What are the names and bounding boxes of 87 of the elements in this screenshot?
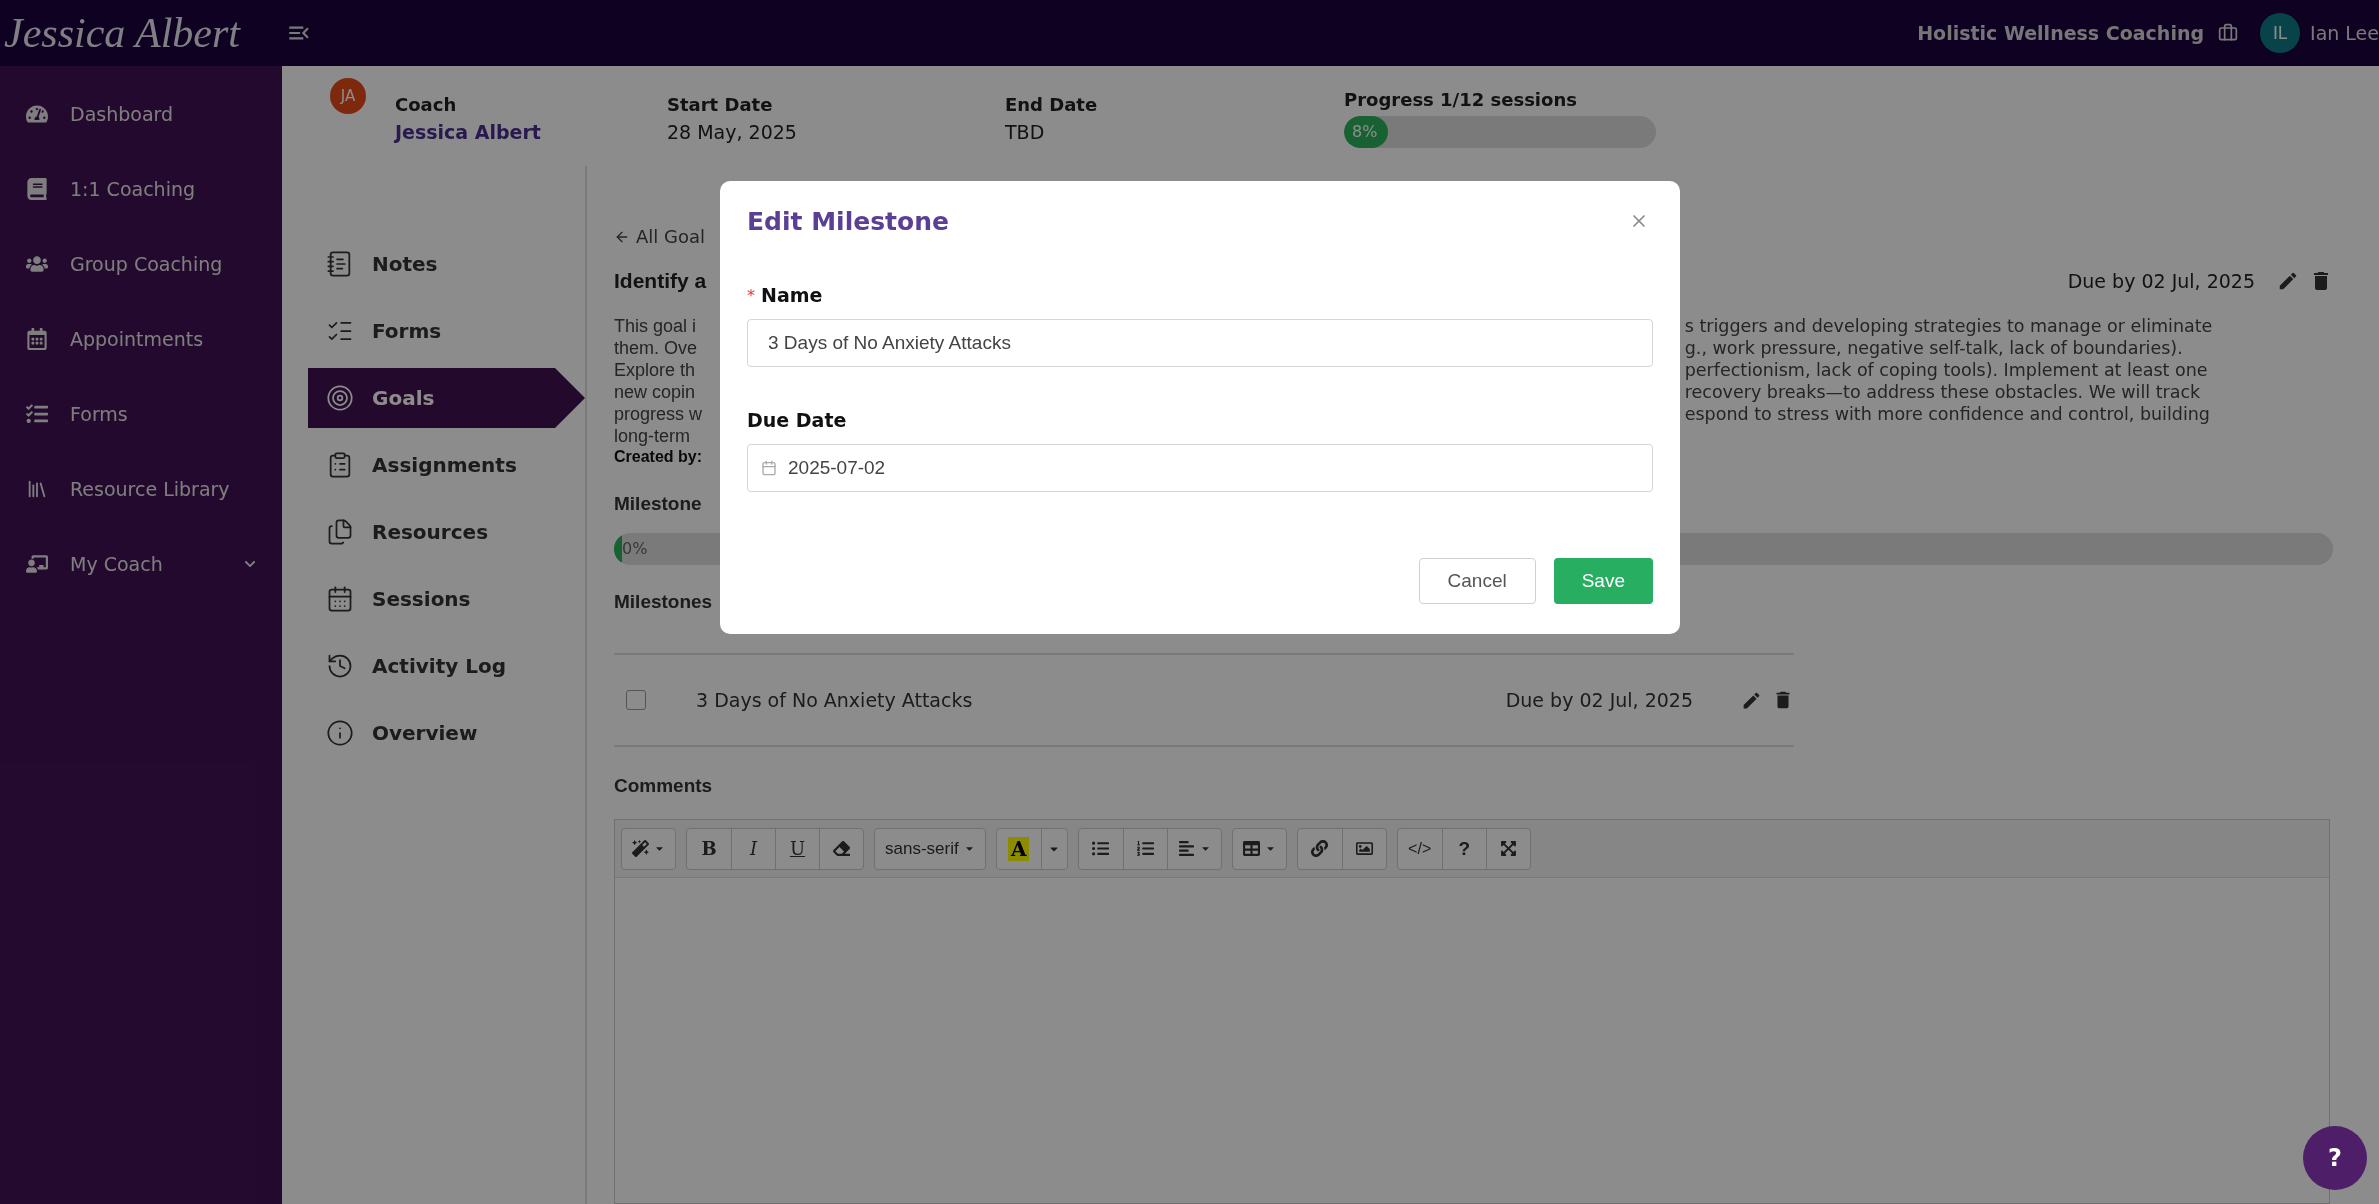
workspace-name: Holistic Wellness Coaching xyxy=(1917,22,2205,44)
field-label: Due Date xyxy=(747,409,847,431)
help-button[interactable]: ? xyxy=(2303,1126,2367,1190)
calendar-icon xyxy=(326,585,354,613)
eraser-icon xyxy=(833,840,850,857)
sidebar-item[interactable]: Group Coaching xyxy=(0,226,282,301)
milestone-name: 3 Days of No Anxiety Attacks xyxy=(696,689,974,711)
field-label: End Date xyxy=(1005,93,1099,115)
teacher-icon xyxy=(26,552,48,575)
dialog-title: Edit Milestone xyxy=(747,207,949,236)
files-icon xyxy=(326,518,354,546)
section-label: Milestones xyxy=(614,591,713,613)
sidebar-item[interactable]: Appointments xyxy=(0,301,282,376)
goal-description: Explore th xyxy=(614,359,696,381)
logo: Jessica Albert xyxy=(4,9,242,57)
bullet-list-icon xyxy=(1092,840,1110,857)
goal-description: long-term xyxy=(614,425,691,447)
align-left-icon xyxy=(1177,840,1195,857)
section-tab[interactable]: Notes xyxy=(308,234,585,294)
input-field[interactable]: 3 Days of No Anxiety Attacks xyxy=(747,319,1653,367)
end-date: TBD xyxy=(1005,120,1046,143)
date-field[interactable]: 2025-07-02 xyxy=(747,444,1653,492)
field-label: Name xyxy=(761,284,823,306)
section-tab[interactable]: Forms xyxy=(308,301,585,361)
milestone-due-date: Due by 02 Jul, 2025 xyxy=(1505,689,1693,711)
section-label: Milestone xyxy=(614,493,702,515)
table-icon xyxy=(1242,840,1260,857)
field-label: Progress 1/12 sessions xyxy=(1344,88,1578,110)
section-tab[interactable]: Sessions xyxy=(308,569,585,629)
text-color-button[interactable]: A xyxy=(996,828,1041,869)
save-button[interactable]: Save xyxy=(1553,558,1653,604)
info-icon xyxy=(326,719,354,747)
target-icon xyxy=(326,384,354,412)
checklist-icon xyxy=(26,402,48,425)
goal-description: progress w xyxy=(614,403,703,425)
section-tab[interactable]: Activity Log xyxy=(308,636,585,696)
book-icon xyxy=(26,177,48,200)
numbered-list-icon xyxy=(1136,840,1154,857)
code-button[interactable]: </> xyxy=(1397,828,1442,869)
coach-name-link[interactable]: Jessica Albert xyxy=(395,120,667,143)
calendar-icon xyxy=(761,460,777,476)
coach-avatar: JA xyxy=(330,78,366,114)
sidebar-item[interactable]: Dashboard xyxy=(0,76,282,151)
briefcase-icon[interactable] xyxy=(2218,23,2239,43)
sidebar-item[interactable]: My Coach xyxy=(0,526,282,601)
sidebar-item[interactable]: Forms xyxy=(0,376,282,451)
calendar-icon xyxy=(26,327,48,350)
start-date: 28 May, 2025 xyxy=(667,120,798,143)
section-tab[interactable]: Goals xyxy=(308,368,585,428)
progress-reading: 8% xyxy=(1352,122,1378,141)
goal-description: espond to stress with more confidence and control, building xyxy=(1684,403,2210,425)
font-dropdown[interactable]: sans-serif xyxy=(875,828,985,869)
magic-wand-icon xyxy=(632,840,649,857)
field-label: Coach xyxy=(395,93,458,115)
goal-description: s triggers and developing strategies to manage or eliminate xyxy=(1684,315,2213,337)
section-tab[interactable]: Assignments xyxy=(308,435,585,495)
goal-due-date: Due by 02 Jul, 2025 xyxy=(2067,270,2255,292)
goal-description: g., work pressure, negative self-talk, lack of boundaries). xyxy=(1684,337,2183,359)
goal-description: them. Ove xyxy=(614,337,698,359)
user-avatar[interactable]: IL xyxy=(2260,13,2301,53)
edit-icon[interactable] xyxy=(2277,270,2299,292)
fullscreen-icon xyxy=(1499,840,1517,857)
section-label: Comments xyxy=(614,775,713,797)
user-name[interactable]: Ian Lee xyxy=(2310,22,2379,44)
image-icon xyxy=(1355,840,1373,857)
link-icon xyxy=(1311,840,1329,857)
italic-button[interactable]: I xyxy=(731,828,775,869)
field-label: Start Date xyxy=(667,93,774,115)
milestone-checkbox[interactable] xyxy=(626,690,646,710)
section-tab[interactable]: Resources xyxy=(308,502,585,562)
goal-description: new copin xyxy=(614,381,696,403)
goal-description: recovery breaks—to address these obstacles. We will track xyxy=(1684,381,2201,403)
back-link[interactable]: All Goal xyxy=(614,226,706,247)
sidebar-item[interactable]: Resource Library xyxy=(0,451,282,526)
created-by-label: Created by: xyxy=(614,447,703,467)
section-tab[interactable]: Overview xyxy=(308,703,585,763)
goal-title: Identify a xyxy=(614,269,707,293)
bold-button[interactable]: B xyxy=(687,828,731,869)
progress-reading: 0% xyxy=(622,539,648,558)
goal-description: This goal i xyxy=(614,315,697,337)
help-button[interactable]: ? xyxy=(1441,828,1486,869)
goal-description: perfectionism, lack of coping tools). Implement at least one xyxy=(1684,359,2208,381)
underline-button[interactable]: U xyxy=(775,828,819,869)
cancel-button[interactable]: Cancel xyxy=(1418,558,1536,604)
history-icon xyxy=(326,652,354,680)
sidebar-item[interactable]: 1:1 Coaching xyxy=(0,151,282,226)
required-mark: * xyxy=(747,285,755,305)
